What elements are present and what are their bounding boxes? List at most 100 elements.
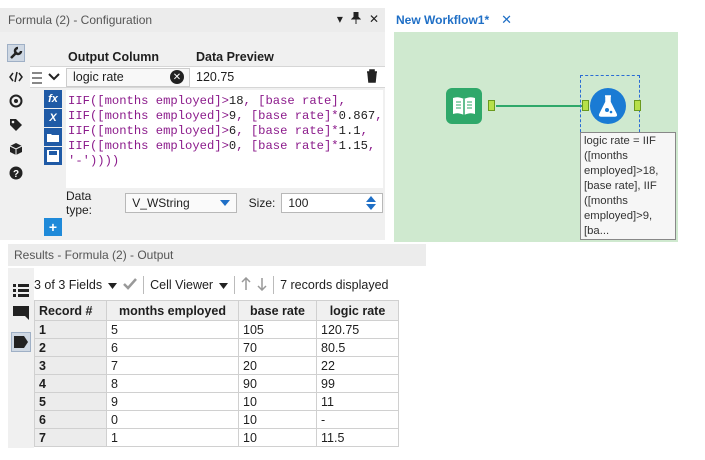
- results-table: Record # months employed base rate logic…: [34, 300, 399, 447]
- table-cell[interactable]: 80.5: [316, 338, 399, 357]
- table-cell[interactable]: 120.75: [316, 320, 399, 339]
- formula-output-anchor[interactable]: [634, 100, 641, 111]
- cube-icon[interactable]: [7, 140, 25, 158]
- size-input[interactable]: 100: [281, 193, 384, 213]
- formula-tool[interactable]: [590, 88, 626, 124]
- row-handle-icon[interactable]: [32, 69, 42, 87]
- record-number-cell[interactable]: 6: [34, 410, 107, 429]
- wrench-icon[interactable]: [7, 44, 25, 62]
- close-tab-icon[interactable]: ✕: [501, 12, 512, 28]
- table-cell[interactable]: 8: [106, 374, 239, 393]
- table-row[interactable]: 5 9 10 11: [34, 392, 399, 411]
- table-cell[interactable]: 1: [106, 428, 239, 447]
- table-row[interactable]: 2 6 70 80.5: [34, 338, 399, 357]
- chevron-down-icon[interactable]: [108, 278, 118, 292]
- table-cell[interactable]: 10: [238, 392, 317, 411]
- table-cell[interactable]: 22: [316, 356, 399, 375]
- record-number-cell[interactable]: 4: [34, 374, 107, 393]
- column-header[interactable]: logic rate: [316, 300, 399, 321]
- expression-line: IIF([months employed]>9, [base rate]*0.8…: [68, 109, 383, 124]
- expression-text: ,: [367, 139, 376, 153]
- variable-icon[interactable]: X: [44, 109, 62, 127]
- arrow-down-icon[interactable]: [257, 277, 267, 294]
- record-number-cell[interactable]: 1: [34, 320, 107, 339]
- data-type-select[interactable]: V_WString: [125, 193, 237, 213]
- table-row[interactable]: 1 5 105 120.75: [34, 320, 399, 339]
- table-cell[interactable]: 20: [238, 356, 317, 375]
- code-icon[interactable]: [7, 68, 25, 86]
- arrow-up-icon[interactable]: [241, 276, 251, 294]
- table-row[interactable]: 3 7 20 22: [34, 356, 399, 375]
- function-icon[interactable]: fx: [44, 90, 62, 108]
- table-cell[interactable]: 11: [316, 392, 399, 411]
- formula-row[interactable]: logic rate ✕ 120.75: [30, 66, 385, 88]
- message-icon[interactable]: [13, 306, 29, 323]
- add-formula-button[interactable]: +: [44, 218, 62, 236]
- connection-line[interactable]: [496, 105, 584, 107]
- table-row[interactable]: 6 0 10-: [34, 410, 399, 429]
- svg-text:?: ?: [13, 169, 19, 180]
- table-row[interactable]: 4 8 90 99: [34, 374, 399, 393]
- input-anchor[interactable]: [582, 100, 589, 111]
- expression-line: '-')))): [68, 154, 381, 169]
- table-cell[interactable]: 11.5: [316, 428, 399, 447]
- column-header[interactable]: Record #: [34, 300, 107, 321]
- table-cell[interactable]: 90: [238, 374, 317, 393]
- chevron-down-icon[interactable]: [46, 69, 62, 85]
- input-data-tool[interactable]: [446, 88, 482, 124]
- book-icon: [453, 97, 475, 115]
- record-number-cell[interactable]: 7: [34, 428, 107, 447]
- pin-icon[interactable]: [350, 11, 362, 27]
- column-header[interactable]: base rate: [238, 300, 317, 321]
- record-number-cell[interactable]: 3: [34, 356, 107, 375]
- fields-dropdown[interactable]: 3 of 3 Fields: [34, 278, 102, 292]
- table-cell[interactable]: 99: [316, 374, 399, 393]
- record-number-cell[interactable]: 5: [34, 392, 107, 411]
- table-cell[interactable]: 10: [238, 410, 317, 429]
- table-cell[interactable]: 6: [106, 338, 239, 357]
- workflow-tabbar: New Workflow1* ✕: [392, 8, 678, 32]
- size-value: 100: [288, 196, 309, 210]
- data-icon[interactable]: [11, 332, 31, 352]
- help-icon[interactable]: ?: [7, 164, 25, 182]
- table-body: 1 5 105 120.75 2 6 70 80.5 3 7 20 22 4 8 90 99 5 9 10 11 6 0 1…: [34, 320, 399, 447]
- column-header[interactable]: months employed: [106, 300, 239, 321]
- tab-new-workflow[interactable]: New Workflow1*: [396, 13, 489, 27]
- table-cell[interactable]: 5: [106, 320, 239, 339]
- expression-text: IIF([months employed]>: [68, 139, 229, 153]
- save-icon[interactable]: [44, 147, 62, 165]
- expression-text: ,: [375, 109, 383, 123]
- close-icon[interactable]: ✕: [369, 12, 379, 27]
- config-main: Output Column Data Preview logic rate ✕ …: [30, 32, 385, 240]
- clear-icon[interactable]: ✕: [170, 70, 184, 84]
- list-icon[interactable]: [13, 282, 29, 301]
- table-cell[interactable]: 0: [106, 410, 239, 429]
- table-cell[interactable]: 9: [106, 392, 239, 411]
- cell-viewer-dropdown[interactable]: Cell Viewer: [150, 278, 213, 292]
- flask-icon: [598, 95, 618, 117]
- tool-annotation: logic rate = IIF ([months employed]>18, …: [580, 132, 676, 240]
- target-icon[interactable]: [7, 92, 25, 110]
- expression-line: IIF([months employed]>6, [base rate]*1.1…: [68, 124, 381, 139]
- table-cell[interactable]: 70: [238, 338, 317, 357]
- config-title: Formula (2) - Configuration: [8, 13, 153, 27]
- table-cell[interactable]: 105: [238, 320, 317, 339]
- table-cell[interactable]: 10: [238, 428, 317, 447]
- spinner-icon[interactable]: [366, 196, 377, 210]
- chevron-down-icon[interactable]: [219, 278, 229, 292]
- trash-icon[interactable]: [366, 69, 378, 86]
- output-anchor[interactable]: [488, 100, 495, 111]
- record-number-cell[interactable]: 2: [34, 338, 107, 357]
- table-row[interactable]: 7 1 10 11.5: [34, 428, 399, 447]
- dropdown-icon[interactable]: ▾: [337, 12, 343, 27]
- divider: [273, 276, 275, 294]
- table-cell[interactable]: -: [316, 410, 399, 429]
- expression-line: IIF([months employed]>18, [base rate],: [68, 94, 381, 109]
- expression-editor[interactable]: IIF([months employed]>18, [base rate], II…: [66, 90, 383, 188]
- open-folder-icon[interactable]: [44, 128, 62, 146]
- table-cell[interactable]: 7: [106, 356, 239, 375]
- expression-number: 1.1: [338, 124, 361, 138]
- expression-text: , [base rate]*: [236, 124, 339, 138]
- tag-icon[interactable]: [7, 116, 25, 134]
- checkmark-icon[interactable]: [123, 277, 138, 293]
